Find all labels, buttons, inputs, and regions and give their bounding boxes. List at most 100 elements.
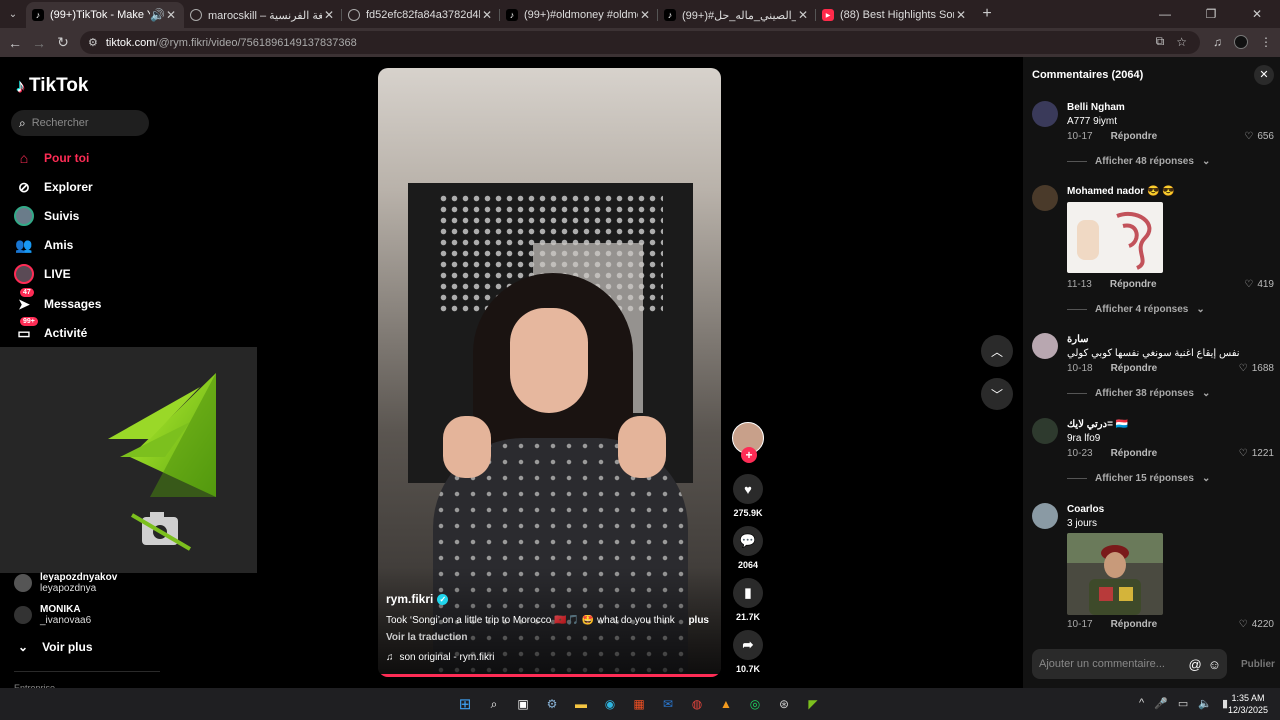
comment-like-button[interactable]: ♡ 1221 [1239, 448, 1274, 459]
view-replies-button[interactable]: Afficher 38 réponses ⌄ [1067, 388, 1210, 399]
windows-start-icon[interactable]: ⊞ [454, 693, 476, 715]
search-input[interactable]: ⌕ Rechercher [11, 110, 149, 136]
see-more-button[interactable]: ⌄ Voir plus [18, 640, 93, 654]
comment-like-button[interactable]: ♡ 419 [1244, 279, 1274, 290]
tab-hash[interactable]: fd52efc82fa84a3782d4b80c7d ✕ [342, 2, 500, 28]
settings-gear-icon[interactable]: ⚙ [541, 693, 563, 715]
comment-sticker-image[interactable] [1067, 202, 1163, 273]
sidebar-item-suivis[interactable]: Suivis [14, 205, 79, 227]
like-button[interactable]: ♥ 275.9K [729, 474, 767, 518]
save-button[interactable]: ▮ 21.7K [729, 578, 767, 622]
url-input[interactable]: ⚙ tiktok.com/@rym.fikri/video/7561896149… [80, 31, 1200, 54]
tiktok-logo[interactable]: ♪ TikTok [16, 75, 88, 97]
browser-menu-icon[interactable]: ⋮ [1260, 35, 1272, 49]
bookmark-star-icon[interactable]: ☆ [1176, 35, 1187, 49]
restore-icon[interactable]: ❐ [1188, 7, 1234, 21]
system-clock[interactable]: 1:35 AM 12/3/2025 [1228, 692, 1268, 716]
caption-more-button[interactable]: plus [688, 615, 709, 626]
publish-button[interactable]: Publier [1241, 659, 1275, 670]
back-icon[interactable]: ← [3, 35, 27, 51]
app-orange-icon[interactable]: ▲ [715, 693, 737, 715]
comment-button[interactable]: 💬 2064 [729, 526, 767, 570]
tab-tiktok-active[interactable]: ♪ (99+)TikTok - Make Your Da 🔊 ✕ [26, 2, 184, 28]
close-tab-icon[interactable]: ✕ [954, 8, 968, 22]
comment-author[interactable]: Belli Ngham [1067, 102, 1125, 113]
video-player[interactable]: rym.fikri ✓ Took ‘Songi’ on a little tri… [378, 68, 721, 677]
comment-photo-image[interactable] [1067, 533, 1163, 615]
view-replies-button[interactable]: Afficher 48 réponses ⌄ [1067, 156, 1210, 167]
close-tab-icon[interactable]: ✕ [796, 8, 810, 22]
edge-browser-icon[interactable]: ◉ [599, 693, 621, 715]
close-tab-icon[interactable]: ✕ [164, 8, 178, 22]
steam-icon[interactable]: ⊛ [773, 693, 795, 715]
reload-icon[interactable]: ↻ [51, 34, 75, 51]
tab-marocskill[interactable]: marocskill – تعلم اللغة الفرنسية ✕ [184, 2, 342, 28]
install-app-icon[interactable]: ⧉ [1156, 34, 1165, 49]
tab-chinese[interactable]: ♪ (99+)#الشعب_الصيني_ماله_حل ✕ [658, 2, 816, 28]
following-item[interactable]: MONIKA _ivanovaa6 [14, 604, 91, 626]
see-translation-link[interactable]: Voir la traduction [386, 632, 468, 643]
close-tab-icon[interactable]: ✕ [480, 8, 494, 22]
sidebar-item-amis[interactable]: 👥 Amis [14, 234, 73, 256]
mention-icon[interactable]: @ [1189, 657, 1202, 672]
tab-youtube[interactable]: ▶ (88) Best Highlights Song Ruok ✕ [816, 2, 974, 28]
reply-button[interactable]: Répondre [1111, 448, 1158, 459]
reply-button[interactable]: Répondre [1111, 619, 1158, 630]
task-view-icon[interactable]: ▣ [512, 693, 534, 715]
emoji-icon[interactable]: ☺ [1208, 657, 1221, 672]
reply-button[interactable]: Répondre [1110, 279, 1157, 290]
spotify-icon[interactable]: ◎ [744, 693, 766, 715]
avatar[interactable] [1032, 503, 1058, 529]
tray-overflow-icon[interactable]: ^ [1139, 697, 1144, 710]
add-comment-input[interactable]: Ajouter un commentaire... @ ☺ [1032, 649, 1227, 679]
avatar[interactable] [1032, 185, 1058, 211]
file-explorer-icon[interactable]: ▬ [570, 693, 592, 715]
tab-oldmoney[interactable]: ♪ (99+)#oldmoney #oldmoneya ✕ [500, 2, 658, 28]
avatar[interactable] [1032, 101, 1058, 127]
next-video-button[interactable]: ﹀ [981, 378, 1013, 410]
comment-author[interactable]: Coarlos [1067, 504, 1104, 515]
comment-author[interactable]: سارة [1067, 334, 1089, 345]
reply-button[interactable]: Répondre [1111, 363, 1158, 374]
green-arrow-app-icon[interactable]: ◤ [802, 693, 824, 715]
comment-like-button[interactable]: ♡ 4220 [1239, 619, 1274, 630]
media-controls-icon[interactable]: ♫ [1213, 35, 1222, 49]
new-tab-button[interactable]: + [974, 5, 1000, 23]
speaker-icon[interactable]: 🔊 [150, 8, 165, 22]
view-replies-button[interactable]: Afficher 15 réponses ⌄ [1067, 473, 1210, 484]
sidebar-item-explorer[interactable]: ⊘ Explorer [14, 176, 93, 198]
avatar[interactable] [1032, 418, 1058, 444]
window-close-icon[interactable]: ✕ [1234, 7, 1280, 21]
close-tab-icon[interactable]: ✕ [322, 8, 336, 22]
comment-like-button[interactable]: ♡ 1688 [1239, 363, 1274, 374]
comment-author[interactable]: Mohamed nador 😎 😎 [1067, 186, 1175, 197]
reply-button[interactable]: Répondre [1111, 131, 1158, 142]
sidebar-item-activite[interactable]: ▭ 99+ Activité [14, 317, 87, 344]
volume-icon[interactable]: 🔈 [1198, 697, 1212, 710]
outlook-icon[interactable]: ✉ [657, 693, 679, 715]
sidebar-item-messages[interactable]: ➤ 47 Messages [14, 288, 101, 315]
microsoft-store-icon[interactable]: ▦ [628, 693, 650, 715]
follow-plus-icon[interactable]: + [741, 447, 757, 463]
avatar[interactable] [1032, 333, 1058, 359]
comment-like-button[interactable]: ♡ 656 [1244, 131, 1274, 142]
video-progress-bar[interactable] [378, 674, 721, 677]
view-replies-button[interactable]: Afficher 4 réponses ⌄ [1067, 304, 1205, 315]
chrome-icon[interactable]: ◍ [686, 693, 708, 715]
close-tab-icon[interactable]: ✕ [638, 8, 652, 22]
profile-avatar[interactable] [1234, 34, 1248, 49]
forward-icon[interactable]: → [27, 35, 51, 51]
previous-video-button[interactable]: ︿ [981, 335, 1013, 367]
minimize-icon[interactable]: — [1142, 7, 1188, 21]
site-info-icon[interactable]: ⚙ [88, 36, 98, 49]
video-author[interactable]: rym.fikri ✓ [386, 592, 449, 606]
video-sound[interactable]: ♫ son original - rym.fikri [386, 652, 495, 663]
sidebar-item-live[interactable]: LIVE [14, 263, 71, 285]
share-button[interactable]: ➦ 10.7K [729, 630, 767, 674]
sidebar-item-pour-toi[interactable]: ⌂ Pour toi [14, 147, 90, 169]
microphone-icon[interactable]: 🎤 [1154, 697, 1168, 710]
comment-author[interactable]: درتي لايك= 🇱🇺 [1067, 419, 1128, 430]
author-avatar-button[interactable]: + [729, 422, 767, 463]
search-icon[interactable]: ⌕ [483, 693, 505, 715]
close-icon[interactable]: ✕ [1254, 65, 1274, 85]
